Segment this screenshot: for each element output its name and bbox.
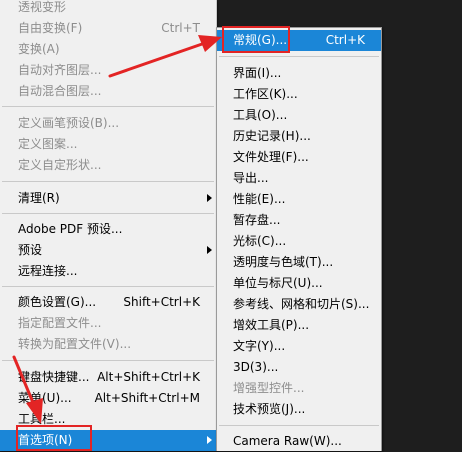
menu-item-label: 暂存盘... [233, 213, 281, 227]
menu-item-remote-connections[interactable]: 远程连接... [0, 261, 216, 282]
menu-item-label: 变换(A) [18, 42, 60, 56]
submenu-item-scratch-disks[interactable]: 暂存盘... [217, 210, 381, 231]
menu-item-preferences[interactable]: 首选项(N) [0, 430, 216, 451]
menu-item-label: 工作区(K)... [233, 87, 298, 101]
menu-item-shortcut: Ctrl+T [161, 21, 200, 35]
menu-item-label: 工具(O)... [233, 108, 288, 122]
submenu-item-transparency-gamut[interactable]: 透明度与色域(T)... [217, 252, 381, 273]
menu-item-free-transform[interactable]: 自由变换(F) Ctrl+T [0, 18, 216, 39]
submenu-item-interface[interactable]: 界面(I)... [217, 63, 381, 84]
submenu-arrow-icon [207, 436, 212, 444]
submenu-item-type[interactable]: 文字(Y)... [217, 336, 381, 357]
menu-item-shortcut: Ctrl+K [325, 33, 365, 47]
menu-item-purge[interactable]: 清理(R) [0, 188, 216, 209]
menu-item-menus[interactable]: 菜单(U)... Alt+Shift+Ctrl+M [0, 388, 216, 409]
menu-item-label: 键盘快捷键... [18, 370, 90, 384]
menu-item-label: 导出... [233, 171, 269, 185]
menu-item-label: 光标(C)... [233, 234, 287, 248]
preferences-submenu: 常规(G)... Ctrl+K 界面(I)... 工作区(K)... 工具(O)… [216, 27, 382, 451]
menu-item-label: 透明度与色域(T)... [233, 255, 334, 269]
menu-item-label: 定义画笔预设(B)... [18, 116, 120, 130]
menu-item-shortcut: Shift+Ctrl+K [123, 295, 200, 309]
menu-item-auto-blend-layers[interactable]: 自动混合图层... [0, 81, 216, 102]
menu-separator [219, 425, 379, 426]
submenu-arrow-icon [207, 194, 212, 202]
menu-item-define-pattern[interactable]: 定义图案... [0, 134, 216, 155]
menu-item-label: 自动对齐图层... [18, 63, 102, 77]
submenu-item-general[interactable]: 常规(G)... Ctrl+K [217, 30, 381, 51]
submenu-item-units-rulers[interactable]: 单位与标尺(U)... [217, 273, 381, 294]
menu-item-convert-to-profile[interactable]: 转换为配置文件(V)... [0, 334, 216, 355]
submenu-item-export[interactable]: 导出... [217, 168, 381, 189]
menu-separator [2, 286, 214, 287]
menu-item-label: 性能(E)... [233, 192, 286, 206]
menu-item-label: 增效工具(P)... [233, 318, 310, 332]
menu-item-label: 自动混合图层... [18, 84, 102, 98]
menu-item-perspective-warp[interactable]: 透视变形 [0, 0, 216, 18]
menu-item-define-brush-preset[interactable]: 定义画笔预设(B)... [0, 113, 216, 134]
menu-item-label: 透视变形 [18, 0, 67, 14]
menu-item-label: 文件处理(F)... [233, 150, 309, 164]
edit-menu: 透视变形 自由变换(F) Ctrl+T 变换(A) 自动对齐图层... 自动混合… [0, 0, 217, 451]
menu-item-label: 颜色设置(G)... [18, 295, 97, 309]
menu-separator [219, 56, 379, 57]
menu-item-label: 自由变换(F) [18, 21, 83, 35]
submenu-item-workspace[interactable]: 工作区(K)... [217, 84, 381, 105]
menu-separator [2, 181, 214, 182]
submenu-item-performance[interactable]: 性能(E)... [217, 189, 381, 210]
submenu-item-file-handling[interactable]: 文件处理(F)... [217, 147, 381, 168]
menu-item-label: 文字(Y)... [233, 339, 286, 353]
menu-item-define-custom-shape[interactable]: 定义自定形状... [0, 155, 216, 176]
menu-item-label: 单位与标尺(U)... [233, 276, 323, 290]
menu-item-transform[interactable]: 变换(A) [0, 39, 216, 60]
menu-item-keyboard-shortcuts[interactable]: 键盘快捷键... Alt+Shift+Ctrl+K [0, 367, 216, 388]
submenu-item-cursors[interactable]: 光标(C)... [217, 231, 381, 252]
menu-item-label: 预设 [18, 243, 43, 257]
menu-item-presets[interactable]: 预设 [0, 240, 216, 261]
menu-item-label: 常规(G)... [233, 33, 288, 47]
menu-item-assign-profile[interactable]: 指定配置文件... [0, 313, 216, 334]
menu-item-auto-align-layers[interactable]: 自动对齐图层... [0, 60, 216, 81]
menu-item-color-settings[interactable]: 颜色设置(G)... Shift+Ctrl+K [0, 292, 216, 313]
menu-item-label: 技术预览(J)... [233, 402, 306, 416]
menu-item-label: 增强型控件... [233, 381, 305, 395]
menu-separator [2, 213, 214, 214]
menu-item-label: 定义图案... [18, 137, 78, 151]
submenu-item-plugins[interactable]: 增效工具(P)... [217, 315, 381, 336]
menu-item-label: 转换为配置文件(V)... [18, 337, 132, 351]
menu-item-label: 清理(R) [18, 191, 60, 205]
menu-item-label: 3D(3)... [233, 360, 279, 374]
submenu-item-enhanced-controls[interactable]: 增强型控件... [217, 378, 381, 399]
submenu-item-guides-grid-slices[interactable]: 参考线、网格和切片(S)... [217, 294, 381, 315]
submenu-item-3d[interactable]: 3D(3)... [217, 357, 381, 378]
menu-separator [2, 360, 214, 361]
menu-item-toolbar[interactable]: 工具栏... [0, 409, 216, 430]
menu-separator [2, 106, 214, 107]
submenu-item-history-log[interactable]: 历史记录(H)... [217, 126, 381, 147]
submenu-item-technology-previews[interactable]: 技术预览(J)... [217, 399, 381, 420]
menu-item-label: 历史记录(H)... [233, 129, 311, 143]
submenu-item-camera-raw[interactable]: Camera Raw(W)... [217, 431, 381, 452]
submenu-arrow-icon [207, 246, 212, 254]
menu-item-label: 菜单(U)... [18, 391, 72, 405]
menu-item-label: 参考线、网格和切片(S)... [233, 297, 370, 311]
menu-item-label: Camera Raw(W)... [233, 434, 342, 448]
menu-item-label: 定义自定形状... [18, 158, 102, 172]
menu-item-shortcut: Alt+Shift+Ctrl+M [94, 391, 200, 405]
menu-item-label: 工具栏... [18, 412, 66, 426]
menu-item-label: 首选项(N) [18, 433, 73, 447]
menu-item-adobe-pdf-presets[interactable]: Adobe PDF 预设... [0, 219, 216, 240]
menu-item-label: Adobe PDF 预设... [18, 222, 123, 236]
submenu-item-tools[interactable]: 工具(O)... [217, 105, 381, 126]
menu-item-shortcut: Alt+Shift+Ctrl+K [97, 370, 200, 384]
menu-item-label: 远程连接... [18, 264, 78, 278]
menu-item-label: 界面(I)... [233, 66, 282, 80]
menu-item-label: 指定配置文件... [18, 316, 102, 330]
